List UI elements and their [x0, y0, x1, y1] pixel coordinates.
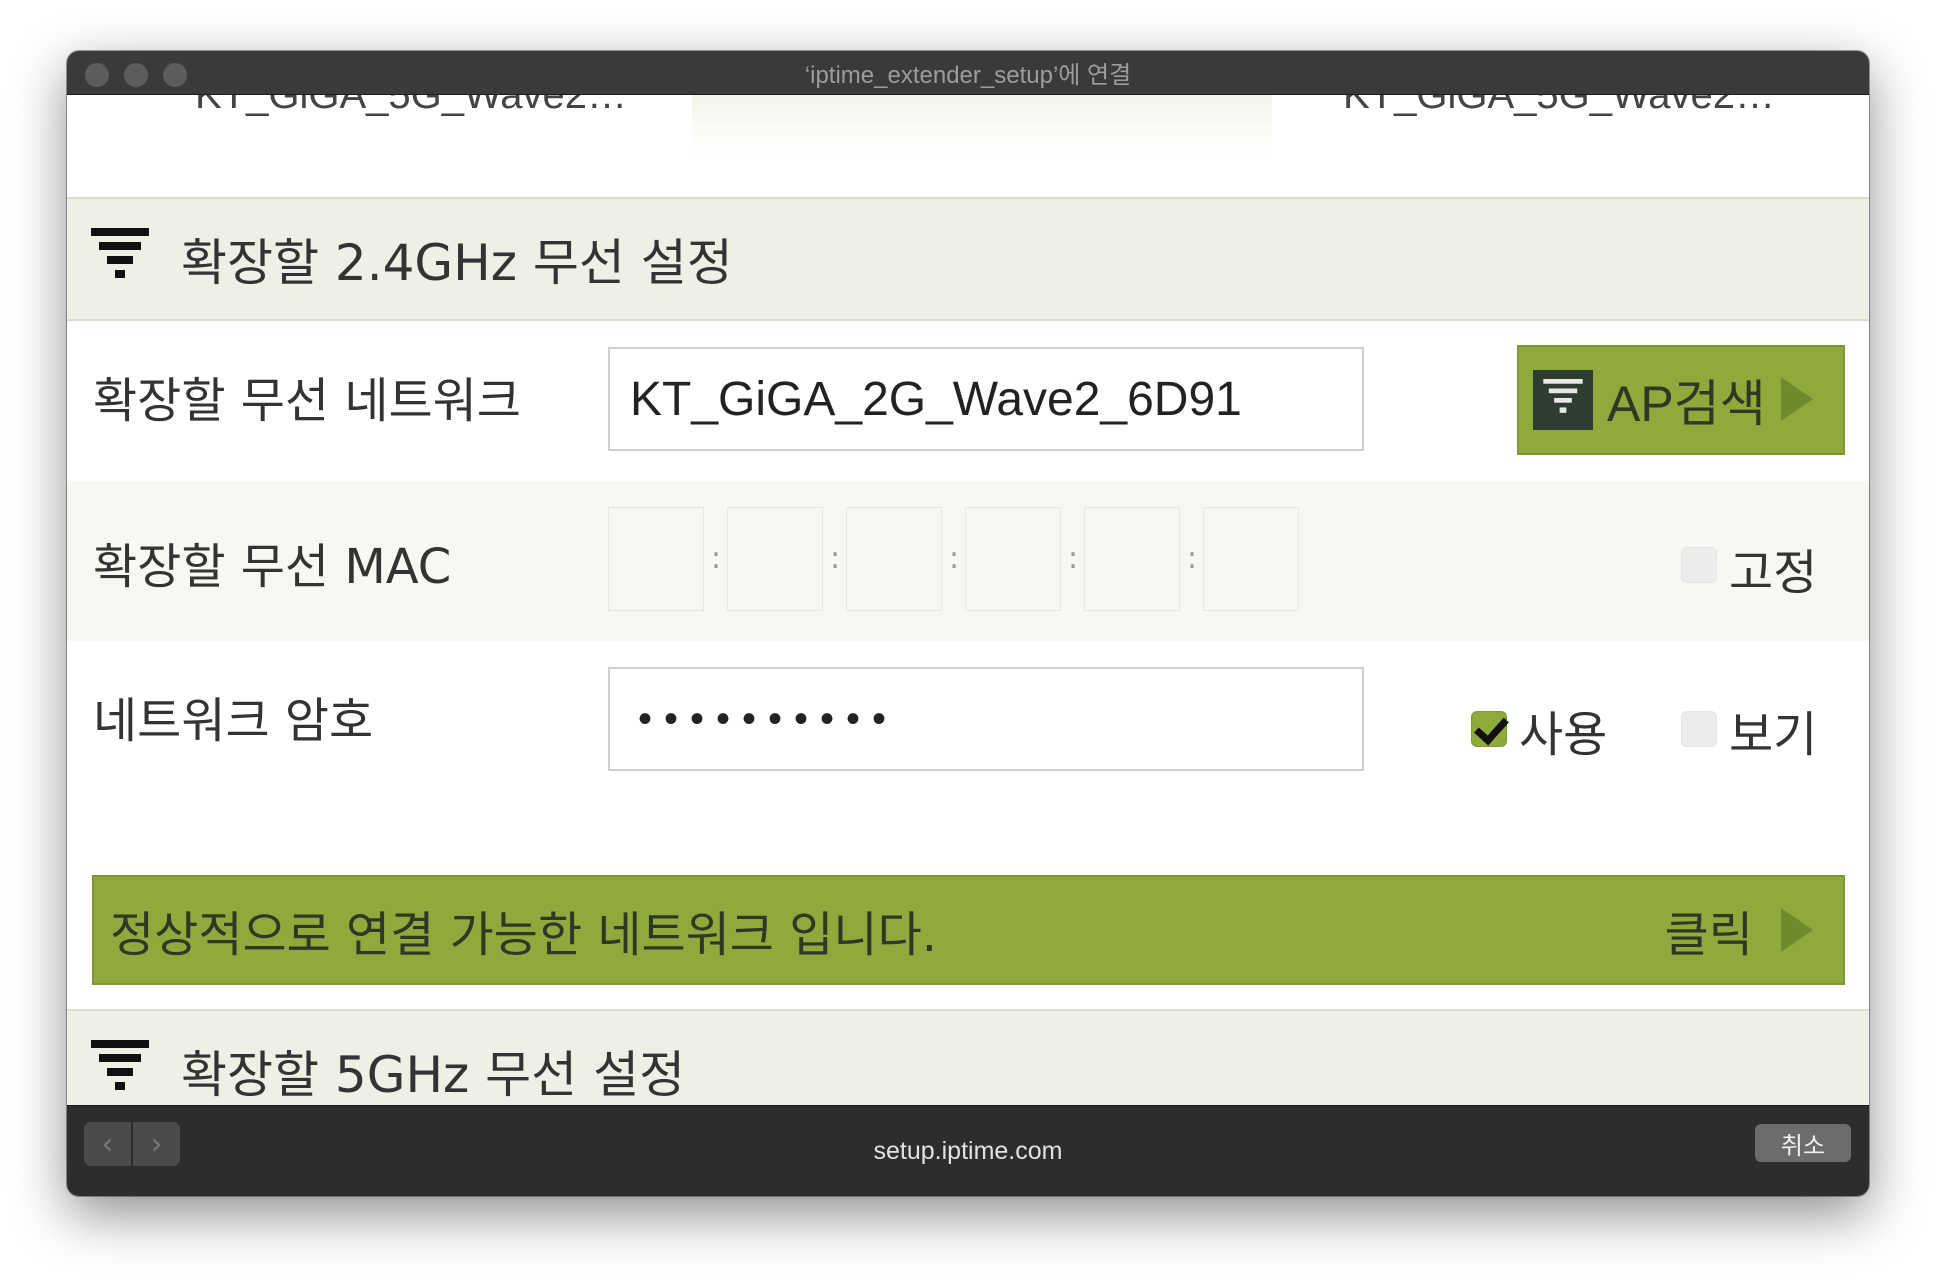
mac-separator: :	[1187, 541, 1198, 576]
use-password-checkbox[interactable]	[1471, 711, 1507, 747]
zoom-window-button[interactable]	[163, 63, 187, 87]
wifi-signal-icon	[91, 1040, 149, 1090]
show-password-checkbox[interactable]	[1681, 711, 1717, 747]
password-label: 네트워크 암호	[93, 693, 374, 749]
section-title: 확장할 5GHz 무선 설정	[181, 1046, 686, 1104]
network-row: 확장할 무선 네트워크 KT_GiGA_2G_Wave2_6D91 AP검색	[67, 321, 1869, 481]
mac-separator: :	[711, 541, 722, 576]
mac-field-5[interactable]	[1084, 507, 1180, 611]
mac-separator: :	[949, 541, 960, 576]
ssid-input[interactable]: KT_GiGA_2G_Wave2_6D91	[608, 347, 1364, 451]
wifi-signal-icon	[91, 228, 149, 278]
mac-separator: :	[830, 541, 841, 576]
mac-field-3[interactable]	[846, 507, 942, 611]
fixed-mac-checkbox[interactable]	[1681, 547, 1717, 583]
mac-separator: :	[1068, 541, 1079, 576]
show-password-label: 보기	[1729, 707, 1818, 763]
title-bar: ‘iptime_extender_setup’에 연결	[67, 51, 1869, 95]
mac-field-2[interactable]	[727, 507, 823, 611]
password-row: 네트워크 암호 •••••••••• 사용 보기	[67, 641, 1869, 801]
play-arrow-icon	[1781, 908, 1813, 952]
mac-row: 확장할 무선 MAC : : : : : 고정	[67, 481, 1869, 641]
section-header-24ghz: 확장할 2.4GHz 무선 설정	[67, 197, 1869, 321]
connection-status-bar[interactable]: 정상적으로 연결 가능한 네트워크 입니다. 클릭	[92, 875, 1845, 985]
mac-field-4[interactable]	[965, 507, 1061, 611]
wifi-signal-icon	[1533, 370, 1593, 430]
chevron-right-icon[interactable]: ›	[133, 1122, 180, 1166]
page-url: setup.iptime.com	[873, 1136, 1063, 1165]
password-input[interactable]: ••••••••••	[608, 667, 1364, 771]
mac-label: 확장할 무선 MAC	[93, 539, 452, 595]
play-arrow-icon	[1781, 377, 1813, 421]
tab-selected-highlight	[692, 95, 1272, 155]
section-title: 확장할 2.4GHz 무선 설정	[181, 234, 733, 292]
network-tabs: KT_GiGA_5G_Wave2… KT_GiGA_5G_Wave2…	[67, 95, 1869, 197]
ap-search-label: AP검색	[1607, 376, 1766, 432]
status-click-label: 클릭	[1664, 907, 1753, 963]
browser-bottom-bar: ‹ › setup.iptime.com 취소	[67, 1105, 1869, 1196]
cancel-button[interactable]: 취소	[1755, 1124, 1851, 1162]
mac-field-1[interactable]	[608, 507, 704, 611]
minimize-window-button[interactable]	[124, 63, 148, 87]
mac-field-6[interactable]	[1203, 507, 1299, 611]
use-password-label: 사용	[1519, 707, 1608, 763]
section-header-5ghz: 확장할 5GHz 무선 설정	[67, 1009, 1869, 1105]
fixed-mac-label: 고정	[1729, 545, 1818, 601]
captive-portal-window: ‘iptime_extender_setup’에 연결 KT_GiGA_5G_W…	[67, 51, 1869, 1196]
close-window-button[interactable]	[85, 63, 109, 87]
window-controls	[85, 63, 187, 87]
status-message: 정상적으로 연결 가능한 네트워크 입니다.	[110, 907, 938, 963]
page-content: KT_GiGA_5G_Wave2… KT_GiGA_5G_Wave2… 확장할 …	[67, 95, 1869, 1105]
ap-search-button[interactable]: AP검색	[1517, 345, 1845, 455]
window-title: ‘iptime_extender_setup’에 연결	[804, 62, 1132, 89]
network-label: 확장할 무선 네트워크	[93, 373, 521, 429]
navigation-buttons: ‹ ›	[84, 1122, 180, 1166]
tab-right[interactable]: KT_GiGA_5G_Wave2…	[1343, 95, 1775, 118]
tab-left[interactable]: KT_GiGA_5G_Wave2…	[195, 95, 627, 118]
chevron-left-icon[interactable]: ‹	[84, 1122, 131, 1166]
